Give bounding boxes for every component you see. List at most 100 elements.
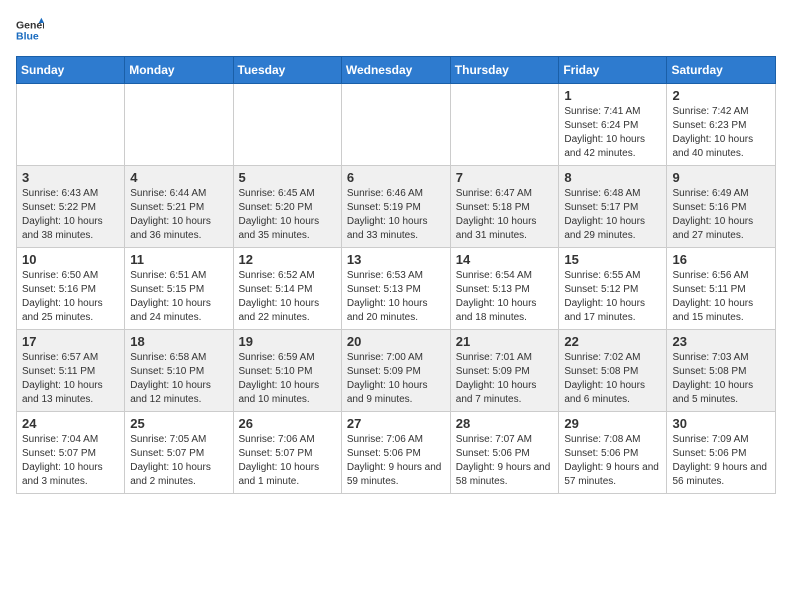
day-info: Sunrise: 6:48 AM Sunset: 5:17 PM Dayligh…	[564, 187, 661, 243]
weekday-header: Saturday	[667, 57, 776, 84]
calendar-cell: 18 Sunrise: 6:58 AM Sunset: 5:10 PM Dayli…	[125, 330, 233, 412]
calendar-cell: 8 Sunrise: 6:48 AM Sunset: 5:17 PM Daylig…	[559, 166, 667, 248]
calendar-cell	[450, 84, 559, 166]
day-info: Sunrise: 7:04 AM Sunset: 5:07 PM Dayligh…	[22, 433, 119, 489]
day-number: 15	[564, 252, 661, 267]
day-number: 20	[347, 334, 445, 349]
day-number: 25	[130, 416, 227, 431]
day-number: 3	[22, 170, 119, 185]
calendar-cell: 2 Sunrise: 7:42 AM Sunset: 6:23 PM Daylig…	[667, 84, 776, 166]
calendar-cell: 4 Sunrise: 6:44 AM Sunset: 5:21 PM Daylig…	[125, 166, 233, 248]
calendar-cell: 9Sunrise: 6:49 AM Sunset: 5:16 PM Daylig…	[667, 166, 776, 248]
calendar-cell: 7 Sunrise: 6:47 AM Sunset: 5:18 PM Daylig…	[450, 166, 559, 248]
page-header: General Blue	[16, 16, 776, 44]
day-info: Sunrise: 7:05 AM Sunset: 5:07 PM Dayligh…	[130, 433, 227, 489]
day-number: 1	[564, 88, 661, 103]
day-info: Sunrise: 7:07 AM Sunset: 5:06 PM Dayligh…	[456, 433, 554, 489]
day-number: 9	[672, 170, 770, 185]
day-number: 18	[130, 334, 227, 349]
weekday-header: Friday	[559, 57, 667, 84]
calendar-cell: 28 Sunrise: 7:07 AM Sunset: 5:06 PM Dayli…	[450, 412, 559, 494]
day-info: Sunrise: 6:55 AM Sunset: 5:12 PM Dayligh…	[564, 269, 661, 325]
day-number: 29	[564, 416, 661, 431]
day-info: Sunrise: 6:44 AM Sunset: 5:21 PM Dayligh…	[130, 187, 227, 243]
calendar-week-row: 3 Sunrise: 6:43 AM Sunset: 5:22 PM Daylig…	[17, 166, 776, 248]
day-info: Sunrise: 6:54 AM Sunset: 5:13 PM Dayligh…	[456, 269, 554, 325]
calendar-cell: 16Sunrise: 6:56 AM Sunset: 5:11 PM Dayli…	[667, 248, 776, 330]
calendar-cell: 26Sunrise: 7:06 AM Sunset: 5:07 PM Dayli…	[233, 412, 341, 494]
day-info: Sunrise: 6:51 AM Sunset: 5:15 PM Dayligh…	[130, 269, 227, 325]
day-info: Sunrise: 7:41 AM Sunset: 6:24 PM Dayligh…	[564, 105, 661, 161]
calendar-cell: 27Sunrise: 7:06 AM Sunset: 5:06 PM Dayli…	[341, 412, 450, 494]
day-number: 4	[130, 170, 227, 185]
logo-icon: General Blue	[16, 16, 44, 44]
day-number: 2	[672, 88, 770, 103]
day-info: Sunrise: 6:43 AM Sunset: 5:22 PM Dayligh…	[22, 187, 119, 243]
calendar-cell: 17 Sunrise: 6:57 AM Sunset: 5:11 PM Dayli…	[17, 330, 125, 412]
calendar-cell: 3 Sunrise: 6:43 AM Sunset: 5:22 PM Daylig…	[17, 166, 125, 248]
calendar-cell: 22 Sunrise: 7:02 AM Sunset: 5:08 PM Dayli…	[559, 330, 667, 412]
day-number: 23	[672, 334, 770, 349]
day-number: 8	[564, 170, 661, 185]
day-info: Sunrise: 6:56 AM Sunset: 5:11 PM Dayligh…	[672, 269, 770, 325]
day-info: Sunrise: 7:06 AM Sunset: 5:06 PM Dayligh…	[347, 433, 445, 489]
weekday-header: Thursday	[450, 57, 559, 84]
day-info: Sunrise: 7:02 AM Sunset: 5:08 PM Dayligh…	[564, 351, 661, 407]
day-number: 5	[239, 170, 336, 185]
weekday-header: Tuesday	[233, 57, 341, 84]
calendar-cell: 19 Sunrise: 6:59 AM Sunset: 5:10 PM Dayli…	[233, 330, 341, 412]
day-number: 6	[347, 170, 445, 185]
calendar-cell	[233, 84, 341, 166]
day-info: Sunrise: 6:50 AM Sunset: 5:16 PM Dayligh…	[22, 269, 119, 325]
day-number: 11	[130, 252, 227, 267]
calendar-cell: 30 Sunrise: 7:09 AM Sunset: 5:06 PM Dayli…	[667, 412, 776, 494]
calendar-cell: 21Sunrise: 7:01 AM Sunset: 5:09 PM Dayli…	[450, 330, 559, 412]
day-number: 17	[22, 334, 119, 349]
weekday-header: Sunday	[17, 57, 125, 84]
day-number: 28	[456, 416, 554, 431]
day-number: 13	[347, 252, 445, 267]
calendar-week-row: 10 Sunrise: 6:50 AM Sunset: 5:16 PM Dayli…	[17, 248, 776, 330]
day-info: Sunrise: 6:58 AM Sunset: 5:10 PM Dayligh…	[130, 351, 227, 407]
calendar-cell: 20Sunrise: 7:00 AM Sunset: 5:09 PM Dayli…	[341, 330, 450, 412]
calendar-table: SundayMondayTuesdayWednesdayThursdayFrid…	[16, 56, 776, 494]
calendar-cell: 23Sunrise: 7:03 AM Sunset: 5:08 PM Dayli…	[667, 330, 776, 412]
calendar-cell: 24Sunrise: 7:04 AM Sunset: 5:07 PM Dayli…	[17, 412, 125, 494]
day-info: Sunrise: 6:46 AM Sunset: 5:19 PM Dayligh…	[347, 187, 445, 243]
day-number: 22	[564, 334, 661, 349]
day-number: 7	[456, 170, 554, 185]
day-info: Sunrise: 7:09 AM Sunset: 5:06 PM Dayligh…	[672, 433, 770, 489]
day-number: 12	[239, 252, 336, 267]
calendar-week-row: 17 Sunrise: 6:57 AM Sunset: 5:11 PM Dayli…	[17, 330, 776, 412]
logo: General Blue	[16, 16, 44, 44]
day-number: 26	[239, 416, 336, 431]
calendar-cell: 11 Sunrise: 6:51 AM Sunset: 5:15 PM Dayli…	[125, 248, 233, 330]
day-info: Sunrise: 6:52 AM Sunset: 5:14 PM Dayligh…	[239, 269, 336, 325]
calendar-cell: 25 Sunrise: 7:05 AM Sunset: 5:07 PM Dayli…	[125, 412, 233, 494]
day-info: Sunrise: 6:57 AM Sunset: 5:11 PM Dayligh…	[22, 351, 119, 407]
calendar-cell: 13Sunrise: 6:53 AM Sunset: 5:13 PM Dayli…	[341, 248, 450, 330]
day-number: 30	[672, 416, 770, 431]
day-info: Sunrise: 7:08 AM Sunset: 5:06 PM Dayligh…	[564, 433, 661, 489]
calendar-cell: 12 Sunrise: 6:52 AM Sunset: 5:14 PM Dayli…	[233, 248, 341, 330]
calendar-cell: 5 Sunrise: 6:45 AM Sunset: 5:20 PM Daylig…	[233, 166, 341, 248]
calendar-cell: 6 Sunrise: 6:46 AM Sunset: 5:19 PM Daylig…	[341, 166, 450, 248]
day-info: Sunrise: 7:01 AM Sunset: 5:09 PM Dayligh…	[456, 351, 554, 407]
day-number: 19	[239, 334, 336, 349]
calendar-cell: 14 Sunrise: 6:54 AM Sunset: 5:13 PM Dayli…	[450, 248, 559, 330]
day-info: Sunrise: 6:47 AM Sunset: 5:18 PM Dayligh…	[456, 187, 554, 243]
day-info: Sunrise: 6:59 AM Sunset: 5:10 PM Dayligh…	[239, 351, 336, 407]
weekday-header-row: SundayMondayTuesdayWednesdayThursdayFrid…	[17, 57, 776, 84]
day-info: Sunrise: 7:42 AM Sunset: 6:23 PM Dayligh…	[672, 105, 770, 161]
day-number: 14	[456, 252, 554, 267]
calendar-cell: 1 Sunrise: 7:41 AM Sunset: 6:24 PM Daylig…	[559, 84, 667, 166]
calendar-week-row: 24Sunrise: 7:04 AM Sunset: 5:07 PM Dayli…	[17, 412, 776, 494]
day-number: 10	[22, 252, 119, 267]
svg-text:Blue: Blue	[16, 31, 39, 43]
weekday-header: Monday	[125, 57, 233, 84]
calendar-cell	[17, 84, 125, 166]
calendar-cell: 10 Sunrise: 6:50 AM Sunset: 5:16 PM Dayli…	[17, 248, 125, 330]
calendar-week-row: 1 Sunrise: 7:41 AM Sunset: 6:24 PM Daylig…	[17, 84, 776, 166]
day-info: Sunrise: 6:45 AM Sunset: 5:20 PM Dayligh…	[239, 187, 336, 243]
weekday-header: Wednesday	[341, 57, 450, 84]
